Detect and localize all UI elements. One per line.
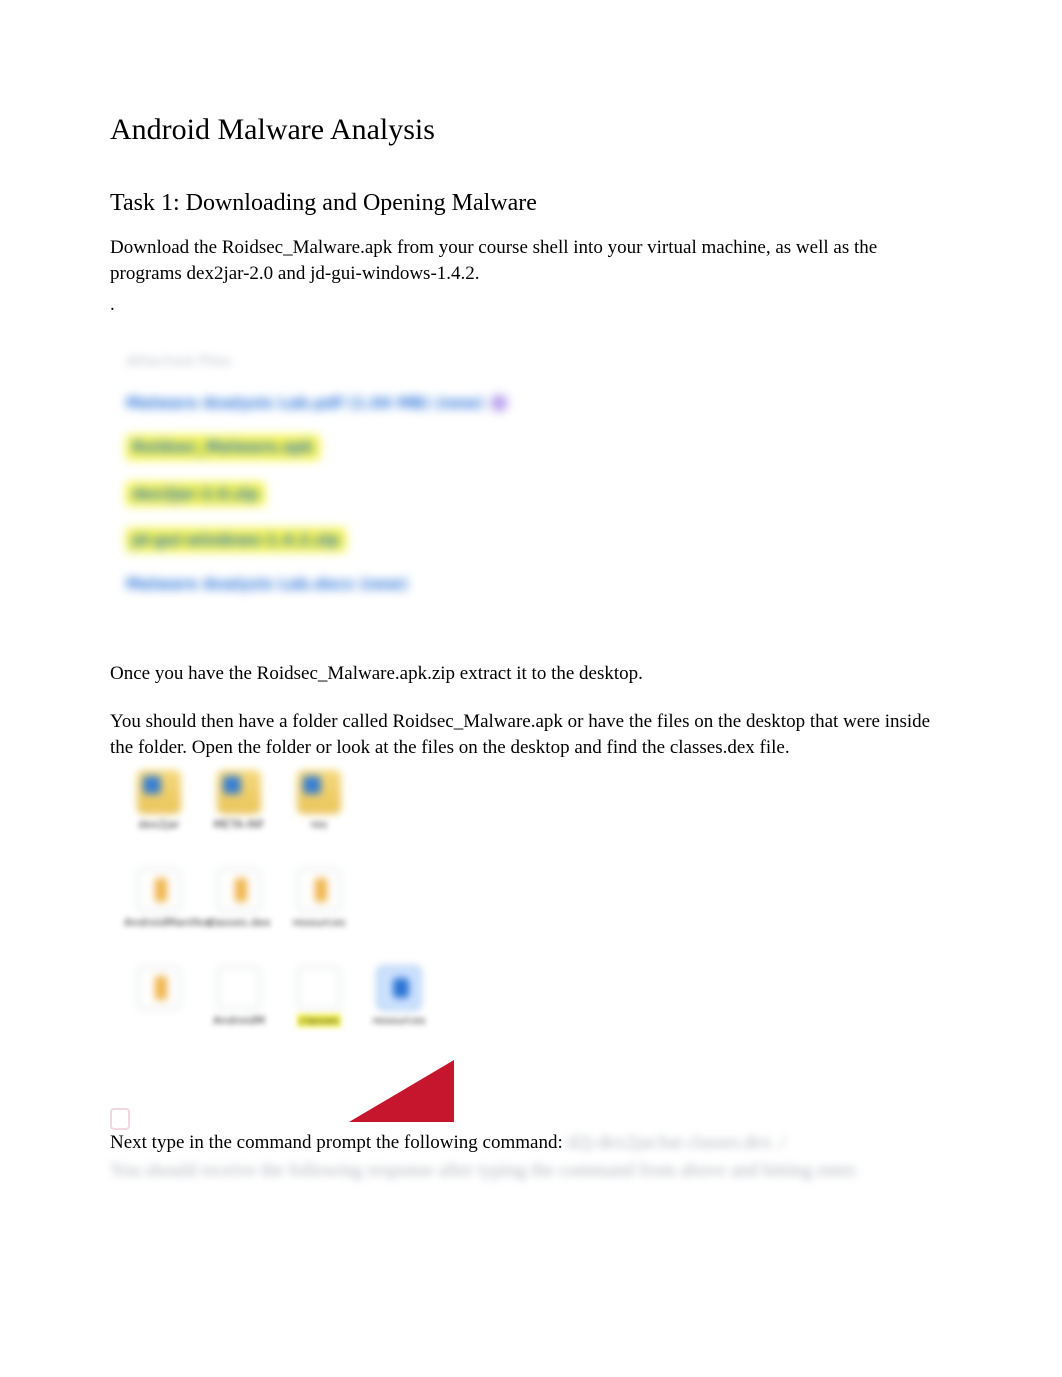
command-prefix: Next type in the command prompt the foll… bbox=[110, 1132, 568, 1153]
extract-paragraph: Once you have the Roidsec_Malware.apk.zi… bbox=[110, 661, 952, 687]
icon-label: META-INF bbox=[213, 818, 264, 833]
file-item[interactable]: AndroidM bbox=[204, 966, 274, 1064]
file-item[interactable]: resources bbox=[364, 966, 434, 1064]
icon-label: dex2jar bbox=[138, 818, 179, 833]
file-icon bbox=[217, 868, 261, 912]
icon-label: resources bbox=[372, 1014, 425, 1029]
attached-file-link[interactable]: jd-gui-windows-1.4.2.zip bbox=[124, 517, 952, 563]
obscured-followup: You should receive the following respons… bbox=[110, 1158, 952, 1184]
attached-file-link[interactable]: dex2jar-2.0.zip bbox=[124, 471, 952, 517]
file-icon bbox=[137, 966, 181, 1010]
link-text: jd-gui-windows-1.4.2.zip bbox=[126, 528, 346, 552]
file-item[interactable]: classes bbox=[284, 966, 354, 1064]
desktop-icons-row3: AndroidM classes resources bbox=[124, 966, 454, 1064]
folder-icon bbox=[137, 770, 181, 814]
icon-label: classes.dex bbox=[207, 916, 270, 931]
attached-file-link[interactable]: Malware Analysis Lab.docx (new) bbox=[124, 563, 952, 605]
file-item[interactable] bbox=[124, 966, 194, 1064]
folder-item[interactable]: META-INF bbox=[204, 770, 274, 868]
folder-icon bbox=[217, 770, 261, 814]
icon-label: AndroidM bbox=[213, 1014, 265, 1029]
icon-label: classes bbox=[297, 1014, 341, 1029]
period-line: . bbox=[110, 292, 952, 318]
attached-files-header: Attached Files bbox=[124, 340, 952, 382]
icon-label: resources bbox=[292, 916, 345, 931]
file-icon bbox=[297, 966, 341, 1010]
file-item[interactable]: classes.dex bbox=[204, 868, 274, 966]
file-item[interactable]: resources bbox=[284, 868, 354, 966]
folder-paragraph: You should then have a folder called Roi… bbox=[110, 709, 952, 760]
attached-file-link[interactable]: Roidsec_Malware.apk bbox=[124, 424, 952, 470]
red-triangle-overlay bbox=[349, 1060, 454, 1122]
folder-item[interactable]: dex2jar bbox=[124, 770, 194, 868]
folder-icon bbox=[297, 770, 341, 814]
task-heading: Task 1: Downloading and Opening Malware bbox=[110, 187, 952, 219]
desktop-icons-row1-2: dex2jar META-INF res AndroidManifest cla… bbox=[124, 770, 454, 966]
image-overlay bbox=[124, 1064, 454, 1122]
obscured-command: d2j-dex2jar.bat classes.dex ./ bbox=[568, 1132, 787, 1153]
attachment-icon bbox=[492, 396, 506, 410]
watermark-icon bbox=[110, 1108, 130, 1130]
link-text: dex2jar-2.0.zip bbox=[126, 482, 265, 506]
icon-label: res bbox=[311, 818, 328, 833]
page-title: Android Malware Analysis bbox=[110, 110, 952, 151]
command-paragraph: Next type in the command prompt the foll… bbox=[110, 1130, 952, 1156]
link-text: Malware Analysis Lab.pdf (1.04 MB) (new) bbox=[126, 393, 484, 413]
icon-label: AndroidManifest bbox=[124, 916, 194, 931]
link-text: Malware Analysis Lab.docx (new) bbox=[126, 574, 408, 594]
attached-file-link[interactable]: Malware Analysis Lab.pdf (1.04 MB) (new) bbox=[124, 382, 952, 424]
file-icon bbox=[297, 868, 341, 912]
attached-files-list: Attached Files Malware Analysis Lab.pdf … bbox=[124, 340, 952, 606]
file-item[interactable]: AndroidManifest bbox=[124, 868, 194, 966]
folder-item[interactable]: res bbox=[284, 770, 354, 868]
file-icon bbox=[217, 966, 261, 1010]
intro-paragraph: Download the Roidsec_Malware.apk from yo… bbox=[110, 235, 952, 286]
file-icon bbox=[137, 868, 181, 912]
link-text: Roidsec_Malware.apk bbox=[126, 435, 320, 459]
file-icon bbox=[377, 966, 421, 1010]
